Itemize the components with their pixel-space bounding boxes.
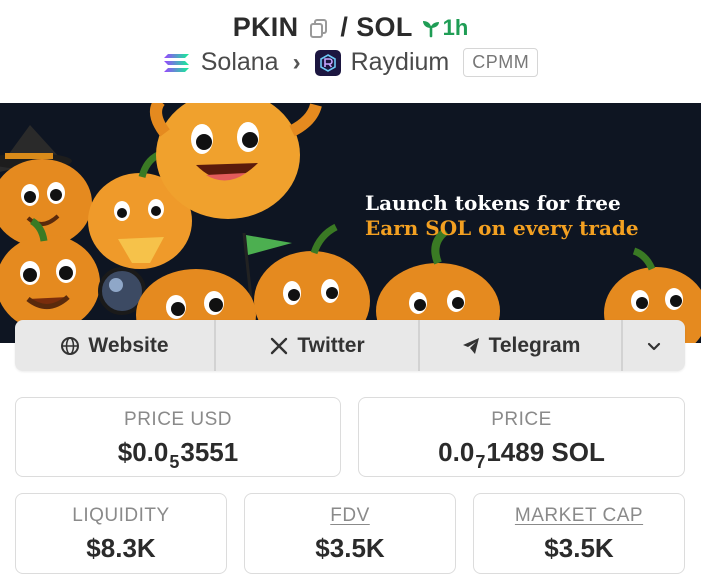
dex-name[interactable]: Raydium <box>351 48 450 77</box>
price-usd-digits: 3551 <box>180 437 239 467</box>
price-native-digits: 1489 <box>486 437 545 467</box>
chevron-down-icon <box>647 342 661 350</box>
fdv-label[interactable]: FDV <box>245 505 455 527</box>
globe-icon <box>61 336 80 355</box>
price-native-card: PRICE 0.071489 SOL <box>358 397 685 477</box>
fdv-value: $3.5K <box>315 533 385 563</box>
chevron-right-icon: › <box>292 48 301 76</box>
raydium-logo-icon <box>314 49 341 76</box>
price-usd-value: $0.053551 <box>16 437 340 473</box>
market-cap-value: $3.5K <box>544 533 614 563</box>
project-banner: Launch tokens for free Earn SOL on every… <box>0 103 701 343</box>
price-native-label: PRICE <box>491 409 552 430</box>
twitter-link-label: Twitter <box>297 333 365 357</box>
base-symbol: PKIN <box>232 12 299 42</box>
price-native-value: 0.071489 SOL <box>359 437 684 473</box>
liquidity-value: $8.3K <box>86 533 156 563</box>
banner-line-1: Launch tokens for free <box>365 191 621 215</box>
pair-separator: / <box>340 12 349 42</box>
liquidity-card: LIQUIDITY $8.3K <box>15 493 227 574</box>
liquidity-label: LIQUIDITY <box>72 505 170 526</box>
solana-logo-icon <box>163 52 191 74</box>
price-usd-prefix: $0.0 <box>117 437 169 467</box>
price-usd-zero-count: 5 <box>169 452 180 472</box>
website-link-label: Website <box>88 333 169 357</box>
fdv-card[interactable]: FDV $3.5K <box>244 493 456 574</box>
telegram-link-button[interactable]: Telegram <box>420 320 623 371</box>
pair-age: 1h <box>421 14 469 41</box>
banner-line-2: Earn SOL on every trade <box>365 216 639 240</box>
telegram-icon <box>462 337 479 354</box>
social-links-bar: Website Twitter Telegram <box>15 320 685 371</box>
price-usd-label: PRICE USD <box>124 409 232 430</box>
more-links-button[interactable] <box>623 320 685 371</box>
market-cap-card[interactable]: MARKET CAP $3.5K <box>473 493 685 574</box>
pair-title-row: PKIN / SOL 1h <box>0 12 701 43</box>
price-usd-card: PRICE USD $0.053551 <box>15 397 341 477</box>
price-native-prefix: 0.0 <box>438 437 475 467</box>
telegram-link-label: Telegram <box>488 333 581 357</box>
quote-symbol: SOL <box>356 12 413 42</box>
chain-name[interactable]: Solana <box>201 48 279 77</box>
pool-type-badge: CPMM <box>463 48 539 77</box>
website-link-button[interactable]: Website <box>15 320 216 371</box>
copy-icon[interactable] <box>308 17 330 39</box>
sprout-icon <box>422 20 439 37</box>
chain-dex-row: Solana › Raydium CPMM <box>0 48 701 77</box>
pair-age-text: 1h <box>442 14 469 40</box>
x-logo-icon <box>271 337 288 354</box>
price-native-unit: SOL <box>544 437 605 467</box>
market-cap-label[interactable]: MARKET CAP <box>474 505 684 527</box>
banner-slogan: Launch tokens for free Earn SOL on every… <box>365 191 639 241</box>
twitter-link-button[interactable]: Twitter <box>216 320 420 371</box>
price-native-zero-count: 7 <box>475 452 486 472</box>
